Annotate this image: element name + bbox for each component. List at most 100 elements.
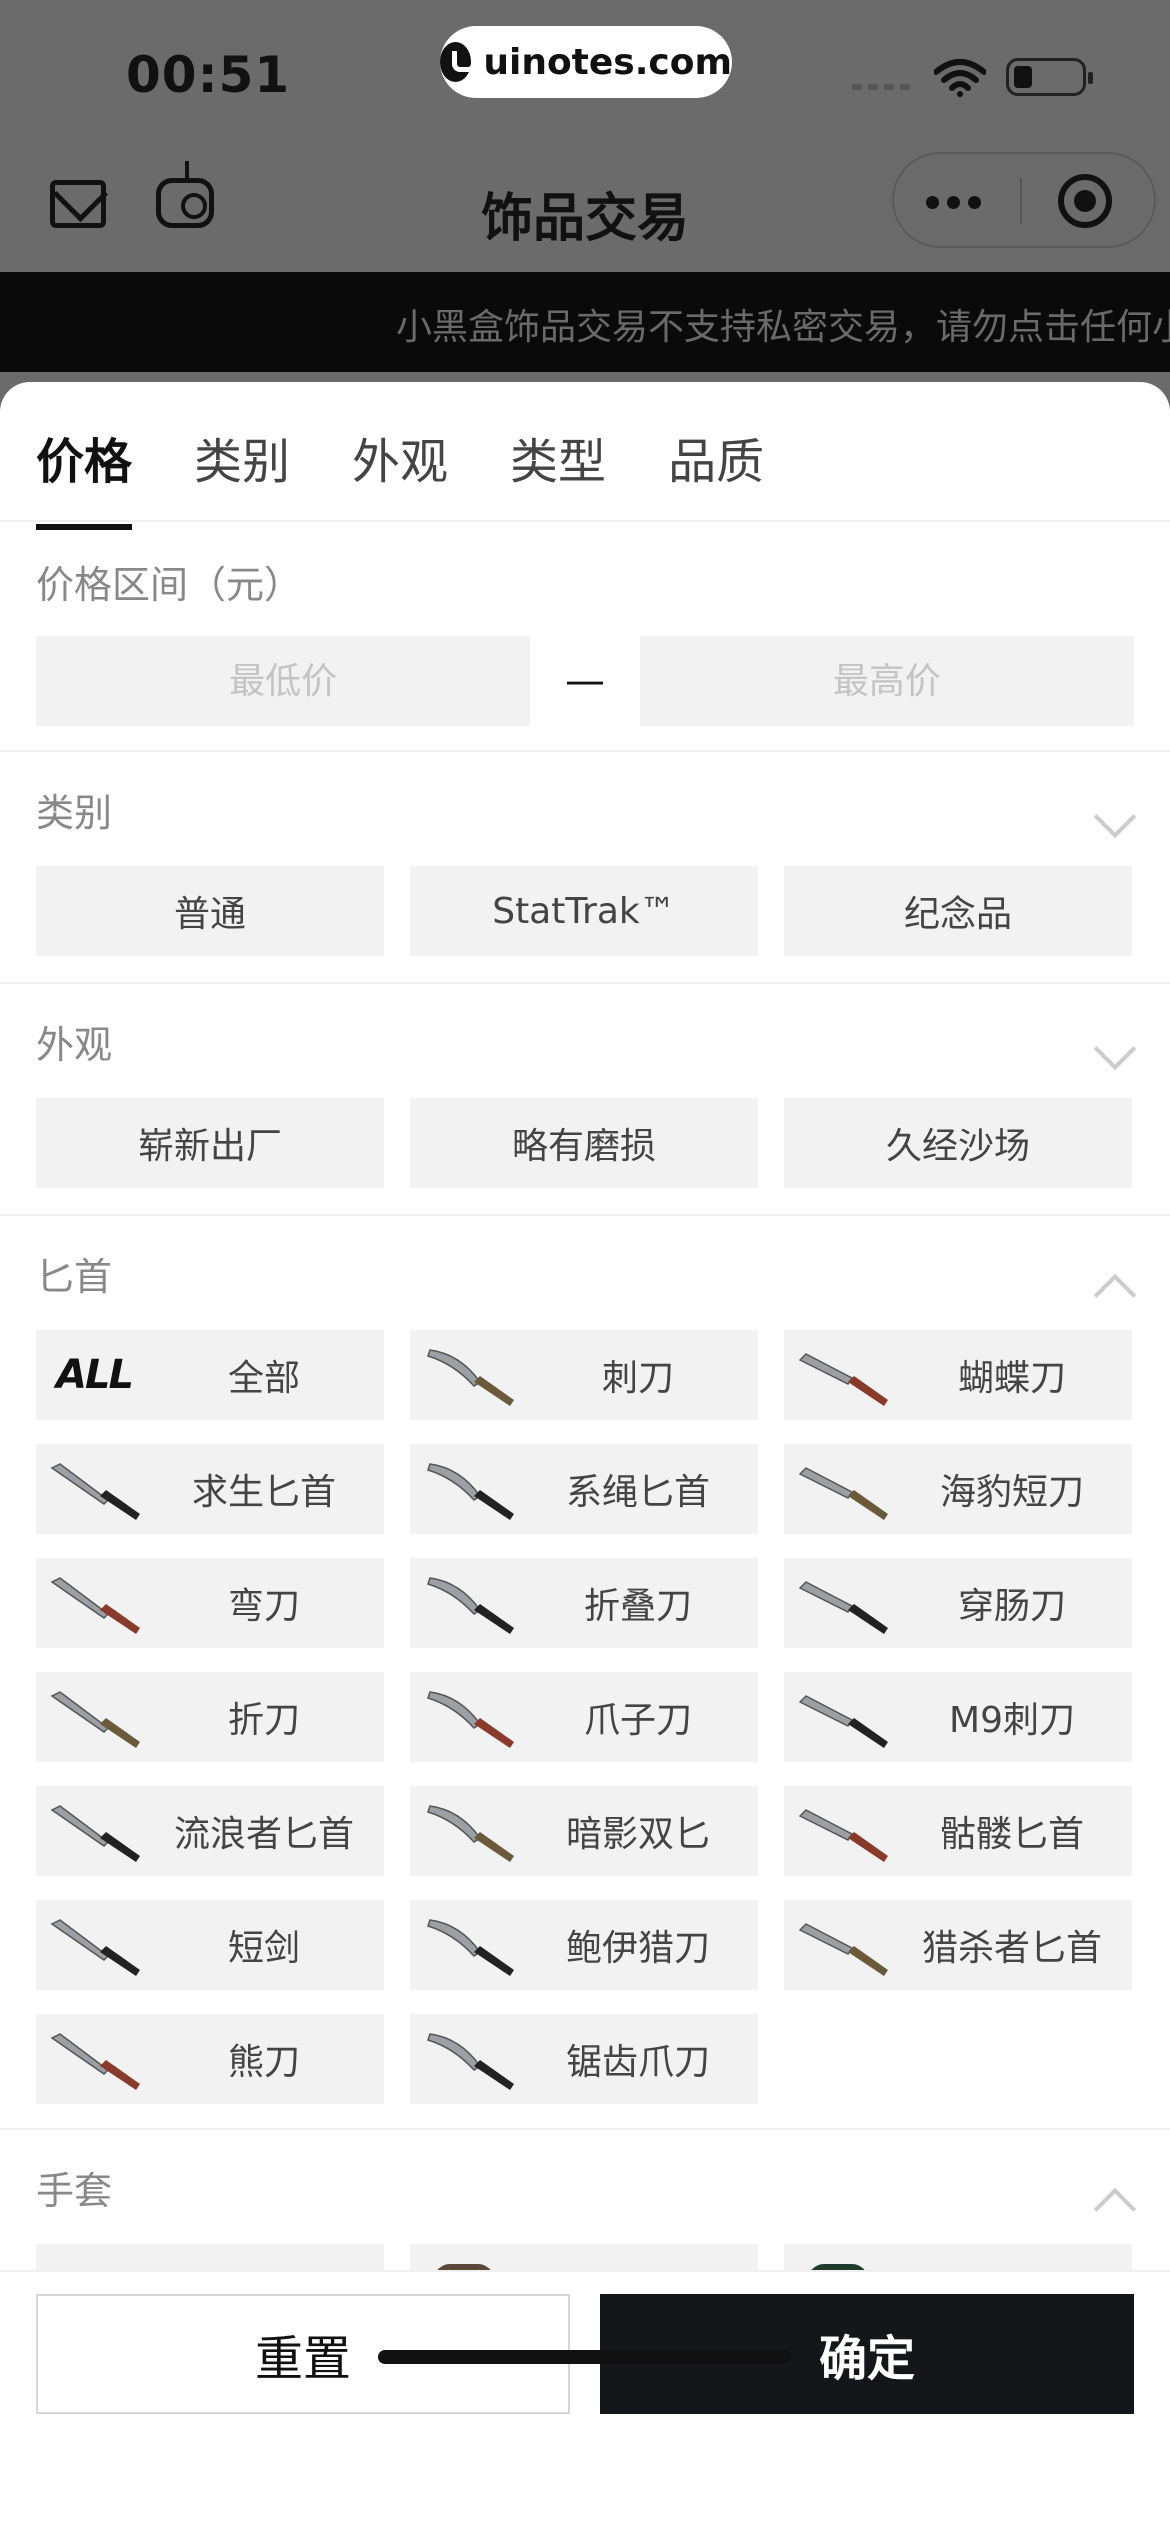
knife-item[interactable]: M9刺刀: [784, 1672, 1132, 1762]
signal-icon: [852, 84, 910, 90]
knife-item[interactable]: 锯齿爪刀: [410, 2014, 758, 2104]
knife-item-label: 刺刀: [601, 1358, 674, 1399]
knife-item-label: 暗影双匕: [565, 1814, 710, 1855]
knife-item[interactable]: 熊刀: [36, 2014, 384, 2104]
filter-tabs: 价格 类别 外观 类型 品质: [36, 422, 764, 530]
knife-image-icon: [794, 1682, 890, 1754]
home-indicator: [378, 2350, 792, 2364]
knife-image-icon: [420, 1910, 516, 1982]
close-target-icon[interactable]: [1058, 174, 1112, 228]
tab-category[interactable]: 类别: [194, 422, 290, 492]
gloves-section: 手套 ALL全部血猎手套狂牙手套: [0, 2130, 1170, 2272]
tab-type[interactable]: 类型: [510, 422, 606, 492]
knife-item[interactable]: 弯刀: [36, 1558, 384, 1648]
price-separator: —: [565, 658, 605, 704]
knife-image-icon: [420, 2024, 516, 2096]
knife-item[interactable]: 蝴蝶刀: [784, 1330, 1132, 1420]
more-icon[interactable]: [926, 196, 981, 209]
knife-image-icon: [420, 1568, 516, 1640]
knife-section: 匕首 ALL 全部 刺刀 蝴蝶刀求生匕首 系绳匕首 海豹短刀弯刀 折叠刀 穿肠刀折刀 爪子刀 M9…: [0, 1216, 1170, 2130]
knife-item-label: M9刺刀: [949, 1700, 1075, 1741]
knife-image-icon: [794, 1340, 890, 1412]
knife-item-label: 熊刀: [227, 2042, 300, 2083]
max-price-input[interactable]: [639, 636, 1134, 726]
glove-item[interactable]: ALL全部: [36, 2244, 384, 2272]
knife-item-label: 骷髅匕首: [939, 1814, 1084, 1855]
knife-item-label: 短剑: [227, 1928, 300, 1969]
knife-item-label: 折叠刀: [583, 1586, 692, 1627]
knife-image-icon: [46, 1682, 142, 1754]
category-option-normal[interactable]: 普通: [36, 866, 384, 956]
gloves-section-title: 手套: [36, 2169, 113, 2213]
knife-item[interactable]: 折叠刀: [410, 1558, 758, 1648]
tab-price[interactable]: 价格: [36, 422, 133, 530]
category-section-title: 类别: [36, 791, 113, 835]
action-bar: 重置 确定: [0, 2270, 1170, 2532]
knife-image-icon: [794, 1454, 890, 1526]
knife-image-icon: [420, 1340, 516, 1412]
knife-item[interactable]: 海豹短刀: [784, 1444, 1132, 1534]
exterior-option-field-tested[interactable]: 久经沙场: [784, 1098, 1132, 1188]
knife-item[interactable]: 短剑: [36, 1900, 384, 1990]
status-bar: 00:51 uinotes.com: [0, 0, 1170, 150]
exterior-section: 外观 崭新出厂 略有磨损 久经沙场: [0, 984, 1170, 1216]
knife-item-label: 猎杀者匕首: [921, 1928, 1102, 1969]
knife-image-icon: [46, 2024, 142, 2096]
category-option-souvenir[interactable]: 纪念品: [784, 866, 1132, 956]
min-price-input[interactable]: [36, 636, 531, 726]
knife-item[interactable]: 爪子刀: [410, 1672, 758, 1762]
tab-quality[interactable]: 品质: [668, 422, 764, 492]
knife-item[interactable]: 求生匕首: [36, 1444, 384, 1534]
capsule-divider: [1020, 178, 1022, 224]
knife-image-icon: [794, 1910, 890, 1982]
knife-section-title: 匕首: [36, 1255, 113, 1299]
uinotes-logo-icon: [440, 42, 477, 82]
filter-scroll[interactable]: 价格区间（元） — 类别 普通 StatTrak™ 纪念品 外观 崭新出厂 略有…: [0, 522, 1170, 2272]
knife-image-icon: [794, 1568, 890, 1640]
knife-item[interactable]: 穿肠刀: [784, 1558, 1132, 1648]
knife-item[interactable]: 骷髅匕首: [784, 1786, 1132, 1876]
knife-image-icon: [420, 1682, 516, 1754]
price-section: 价格区间（元） —: [0, 522, 1170, 752]
filter-sheet: 价格 类别 外观 类型 品质 价格区间（元） — 类别 普通 StatTrak™…: [0, 382, 1170, 2532]
category-section: 类别 普通 StatTrak™ 纪念品: [0, 752, 1170, 984]
knife-item[interactable]: 流浪者匕首: [36, 1786, 384, 1876]
exterior-option-minimal-wear[interactable]: 略有磨损: [410, 1098, 758, 1188]
knife-item[interactable]: 猎杀者匕首: [784, 1900, 1132, 1990]
knife-item-label: 海豹短刀: [939, 1472, 1084, 1513]
knife-image-icon: [46, 1454, 142, 1526]
knife-image-icon: [46, 1568, 142, 1640]
knife-item-label: 锯齿爪刀: [565, 2042, 710, 2083]
knife-image-icon: [794, 1796, 890, 1868]
exterior-option-factory-new[interactable]: 崭新出厂: [36, 1098, 384, 1188]
knife-item[interactable]: ALL 全部: [36, 1330, 384, 1420]
knife-item[interactable]: 折刀: [36, 1672, 384, 1762]
category-option-stattrak[interactable]: StatTrak™: [410, 866, 758, 956]
wifi-icon: [934, 59, 986, 97]
knife-item[interactable]: 系绳匕首: [410, 1444, 758, 1534]
knife-item[interactable]: 鲍伊猎刀: [410, 1900, 758, 1990]
knife-image-icon: [420, 1454, 516, 1526]
knife-item-label: 折刀: [227, 1700, 300, 1741]
knife-item[interactable]: 暗影双匕: [410, 1786, 758, 1876]
notice-text: 小黑盒饰品交易不支持私密交易，请勿点击任何小: [396, 307, 1170, 348]
knife-item-label: 求生匕首: [191, 1472, 336, 1513]
url-text: uinotes.com: [483, 41, 732, 83]
knife-item[interactable]: 刺刀: [410, 1330, 758, 1420]
price-section-title: 价格区间（元）: [36, 563, 303, 607]
notice-marquee: 小黑盒饰品交易不支持私密交易，请勿点击任何小: [0, 272, 1170, 372]
knife-item-label: 鲍伊猎刀: [565, 1928, 710, 1969]
url-pill: uinotes.com: [440, 26, 732, 98]
knife-image-icon: [46, 1910, 142, 1982]
status-time: 00:51: [126, 46, 291, 104]
battery-icon: [1006, 58, 1093, 96]
tab-exterior[interactable]: 外观: [352, 422, 448, 492]
glove-item[interactable]: 狂牙手套: [784, 2244, 1132, 2272]
all-logo-icon: ALL: [56, 1352, 134, 1398]
exterior-section-title: 外观: [36, 1023, 113, 1067]
glove-item[interactable]: 血猎手套: [410, 2244, 758, 2272]
knife-item-label: 蝴蝶刀: [957, 1358, 1066, 1399]
knife-item-label: 穿肠刀: [957, 1586, 1066, 1627]
knife-item-label: 流浪者匕首: [173, 1814, 354, 1855]
knife-item-label: 全部: [227, 1358, 300, 1399]
